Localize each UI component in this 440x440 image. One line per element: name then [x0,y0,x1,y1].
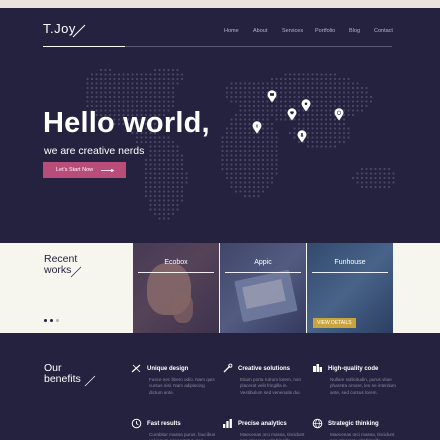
clock-icon [131,418,142,429]
main-nav: Home About Services Portfolio Blog Conta… [0,28,440,38]
work-tile-appic[interactable]: Appic [220,243,306,333]
hero-section: T.Joy Home About Services Portfolio Blog… [0,8,440,243]
nav-portfolio[interactable]: Portfolio [315,28,335,34]
chart-icon [223,419,232,428]
work-tile-label: Appic [254,259,272,266]
map-pin-info-icon[interactable] [252,121,262,134]
carousel-dot[interactable] [50,319,53,322]
map-pin-heart-icon[interactable] [287,108,297,121]
work-tile-label: Funhouse [334,259,366,266]
world-map [86,68,395,220]
globe-icon [312,418,323,429]
nav-about[interactable]: About [253,28,267,34]
work-tile-ecobox[interactable]: Ecobox [133,243,219,333]
view-details-button[interactable]: VIEW DETAILS [313,318,356,328]
carousel-dots [44,319,59,322]
benefits-section: Our benefits Unique design Fusce nec lib… [0,333,440,440]
page: T.Joy Home About Services Portfolio Blog… [0,8,440,440]
tools-icon [223,363,233,373]
nav-blog[interactable]: Blog [349,28,360,34]
recent-works-section: Recent works Ecobox Appic Funhouse VIEW … [0,243,440,333]
hero-subtitle: we are creative nerds [44,145,145,157]
map-pin-globe-icon[interactable] [334,108,344,121]
map-pin-location-icon[interactable] [301,99,311,112]
carousel-dot[interactable] [56,319,59,322]
code-icon [313,364,322,372]
nav-divider-active [43,46,125,47]
map-pin-monitor-icon[interactable] [267,90,277,103]
work-tile-funhouse[interactable]: Funhouse VIEW DETAILS [307,243,393,333]
nav-home[interactable]: Home [224,28,239,34]
start-now-label: Let's Start Now [56,167,94,173]
arrow-right-icon [101,169,115,172]
nav-services[interactable]: Services [282,28,303,34]
benefits-title: Our benefits [44,362,81,385]
hero-title: Hello world, [43,107,210,139]
start-now-button[interactable]: Let's Start Now [43,162,126,178]
benefits-slash-icon [84,375,96,387]
carousel-dot[interactable] [44,319,47,322]
works-slash-icon [70,266,82,278]
map-pin-people-icon[interactable] [297,130,307,143]
scissors-ruler-icon [131,364,141,373]
nav-divider [125,46,392,47]
nav-contact[interactable]: Contact [374,28,393,34]
work-tile-label: Ecobox [164,259,188,266]
